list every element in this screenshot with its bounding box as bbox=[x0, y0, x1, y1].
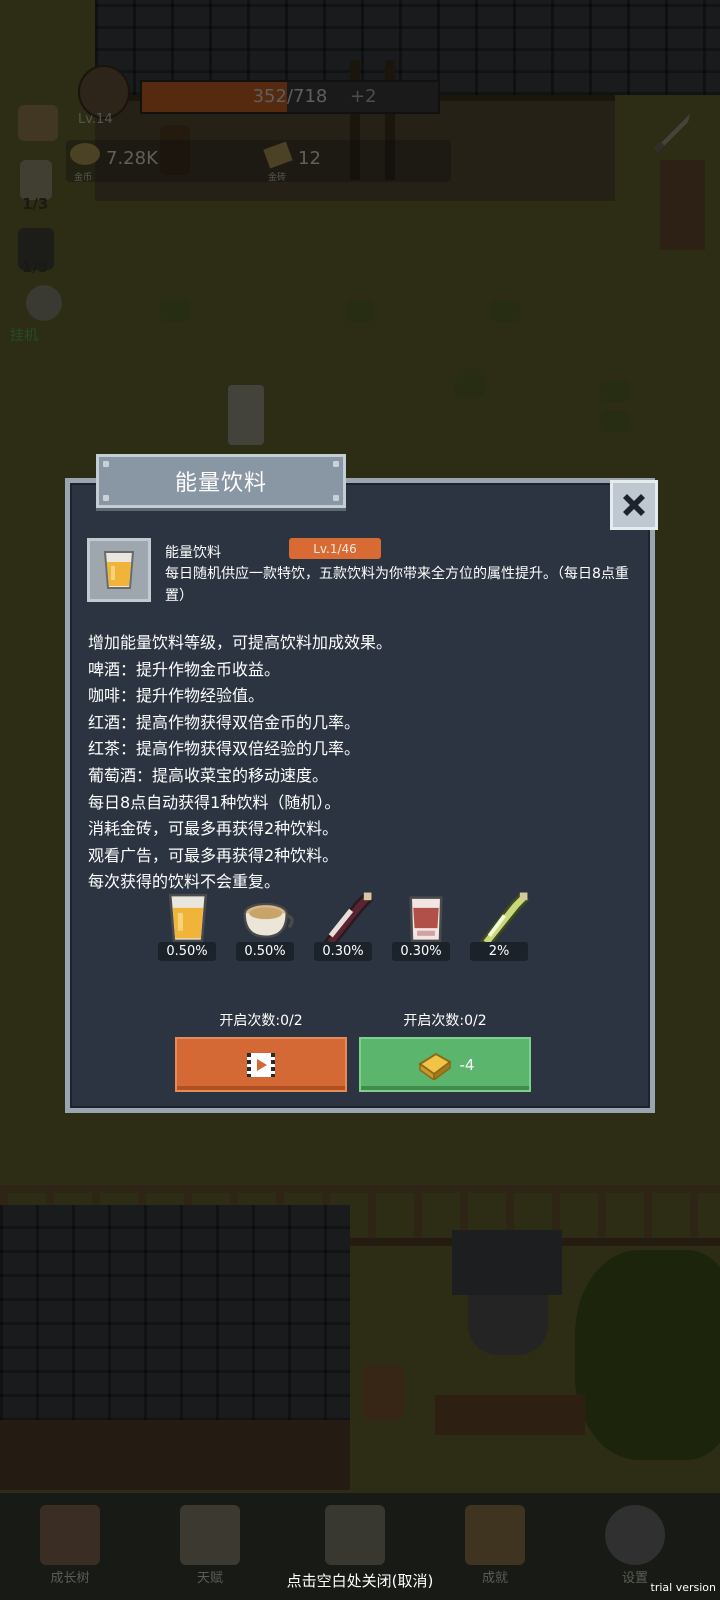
body-line: 咖啡：提升作物经验值。 bbox=[88, 686, 265, 706]
red-wine-icon bbox=[314, 888, 378, 948]
dialog-body: 增加能量饮料等级，可提高饮料加成效果。 啤酒：提升作物金币收益。 咖啡：提升作物… bbox=[88, 630, 628, 896]
gold-cost: -4 bbox=[459, 1055, 475, 1074]
nav-map[interactable] bbox=[315, 1505, 395, 1565]
grape-wine-icon bbox=[470, 888, 534, 948]
scroll-icon bbox=[180, 1505, 240, 1565]
gold-bar-button[interactable]: -4 bbox=[359, 1037, 531, 1092]
body-line: 增加能量饮料等级，可提高饮料加成效果。 bbox=[88, 633, 393, 652]
watch-ad-button[interactable] bbox=[175, 1037, 347, 1092]
trial-watermark: trial version bbox=[650, 1581, 716, 1594]
coffee-icon bbox=[236, 888, 300, 948]
body-line: 葡萄酒：提高收菜宝的移动速度。 bbox=[88, 765, 329, 785]
drink-item-icon bbox=[87, 538, 151, 602]
dialog-title: 能量饮料 bbox=[174, 471, 267, 496]
body-line: 啤酒：提升作物金币收益。 bbox=[88, 659, 281, 679]
video-play-icon bbox=[247, 1052, 275, 1077]
ad-open-count: 开启次数:0/2 bbox=[219, 1013, 303, 1029]
item-description: 每日随机供应一款特饮，五款饮料为你带来全方位的属性提升。（每日8点重置） bbox=[165, 566, 629, 604]
body-line: 观看广告，可最多再获得2种饮料。 bbox=[88, 845, 339, 865]
coffee-chance: 0.50% bbox=[236, 942, 294, 961]
gear-icon bbox=[605, 1505, 665, 1565]
body-line: 消耗金砖，可最多再获得2种饮料。 bbox=[88, 819, 339, 839]
black-tea-icon bbox=[394, 888, 458, 948]
map-icon bbox=[325, 1505, 385, 1565]
beer-glass-icon bbox=[103, 551, 135, 589]
grape-wine-chance: 2% bbox=[470, 942, 528, 961]
close-icon bbox=[623, 494, 645, 516]
black-tea-chance: 0.30% bbox=[392, 942, 450, 961]
gold-open-count: 开启次数:0/2 bbox=[403, 1013, 487, 1029]
close-button[interactable] bbox=[610, 480, 658, 530]
key-icon bbox=[465, 1505, 525, 1565]
item-name: 能量饮料 bbox=[165, 545, 221, 561]
beer-icon bbox=[156, 888, 220, 948]
body-line: 红酒：提高作物获得双倍金币的几率。 bbox=[88, 712, 361, 732]
item-level-badge: Lv.1/46 bbox=[289, 538, 381, 559]
body-line: 每日8点自动获得1种饮料（随机）。 bbox=[88, 792, 341, 812]
body-line: 红茶：提高作物获得双倍经验的几率。 bbox=[88, 739, 361, 759]
red-wine-chance: 0.30% bbox=[314, 942, 372, 961]
book-icon bbox=[40, 1505, 100, 1565]
close-hint: 点击空白处关闭(取消) bbox=[286, 1572, 434, 1590]
gold-bar-icon bbox=[417, 1052, 452, 1080]
beer-chance: 0.50% bbox=[158, 942, 216, 961]
dialog-title-plate: 能量饮料 bbox=[96, 454, 346, 508]
